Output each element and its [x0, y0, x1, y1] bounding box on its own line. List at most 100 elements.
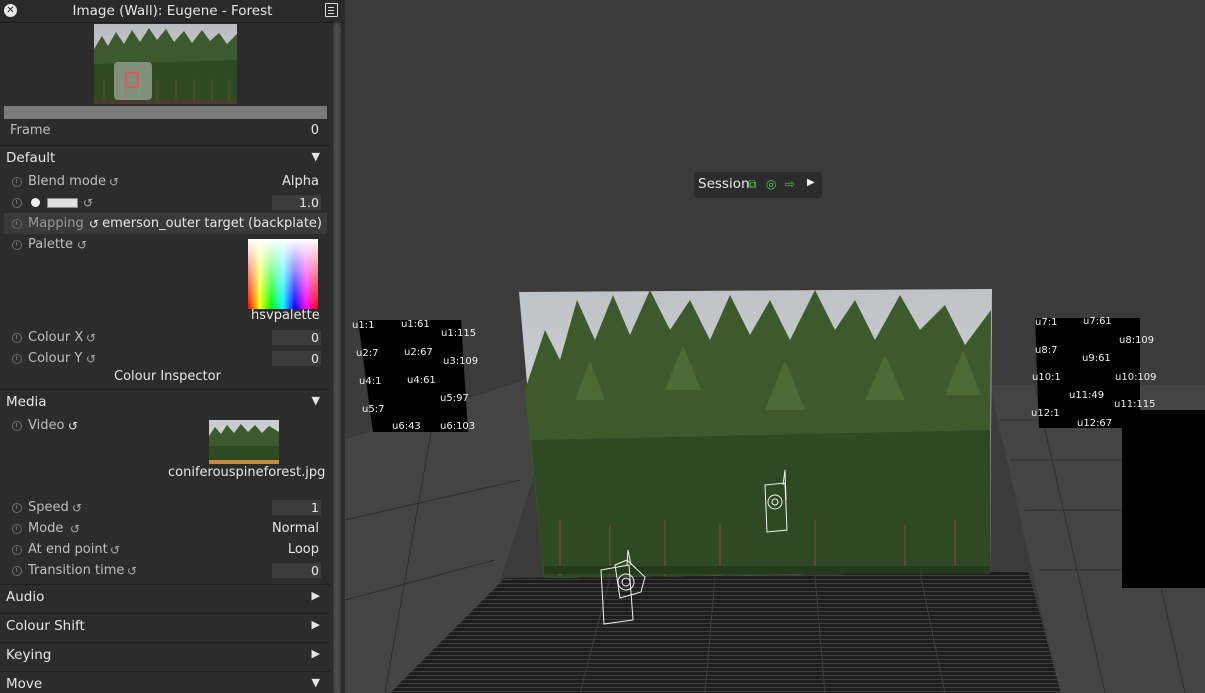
led-tile-label: u4:61 — [407, 375, 436, 386]
chevron-right-icon: ▶ — [311, 589, 320, 602]
chevron-down-icon: ▼ — [311, 150, 320, 163]
keyframe-clock-icon[interactable] — [12, 524, 22, 534]
target-icon[interactable]: ◎ — [766, 177, 776, 191]
frame-row: Frame 0 — [0, 120, 330, 141]
keyframe-clock-icon[interactable] — [12, 240, 22, 250]
led-wall-image — [519, 289, 992, 578]
chevron-right-icon: ▶ — [311, 647, 320, 660]
keyframe-clock-icon[interactable] — [12, 354, 22, 364]
led-tile-label: u11:49 — [1069, 390, 1105, 401]
keyframe-clock-icon[interactable] — [12, 177, 22, 187]
section-media-label: Media — [6, 394, 47, 410]
chevron-right-icon: ▶ — [311, 618, 320, 631]
panel-scrollbar[interactable] — [333, 22, 341, 693]
transition-time-value[interactable]: 0 — [272, 563, 321, 578]
keyframe-clock-icon[interactable] — [12, 219, 22, 229]
video-label: Video — [28, 418, 65, 433]
reset-icon[interactable]: ↺ — [77, 238, 87, 252]
section-audio[interactable]: Audio ▶ — [0, 584, 330, 613]
keyframe-clock-icon[interactable] — [12, 566, 22, 576]
keyframe-clock-icon[interactable] — [12, 333, 22, 343]
led-tile-label: u10:109 — [1115, 372, 1157, 383]
led-tile-label: u2:67 — [404, 347, 433, 358]
reset-icon[interactable]: ↺ — [68, 419, 78, 433]
section-colour-shift-label: Colour Shift — [6, 618, 85, 634]
colour-x-label: Colour X — [28, 330, 84, 345]
section-move-label: Move — [6, 676, 43, 692]
led-tile-label: u9:61 — [1082, 353, 1111, 364]
stage-viewport[interactable]: u1:1 u1:61 u1:115 u2:7 u2:67 u3:109 u4:1… — [345, 0, 1205, 693]
led-tile-label: u7:61 — [1083, 316, 1112, 327]
keyframe-clock-icon[interactable] — [12, 421, 22, 431]
mode-label: Mode — [28, 521, 64, 536]
mapping-value[interactable]: emerson_outer target (backplate) — [102, 216, 322, 231]
colour-x-value[interactable]: 0 — [272, 330, 321, 345]
speed-value[interactable]: 1 — [272, 500, 321, 515]
transition-time-label: Transition time — [28, 563, 125, 578]
video-row: Video ↺ — [0, 415, 330, 436]
bulb-icon — [31, 198, 40, 207]
mode-value[interactable]: Normal — [272, 521, 319, 536]
reset-icon[interactable]: ↺ — [127, 564, 137, 578]
opacity-value[interactable]: 1.0 — [272, 195, 321, 210]
reset-icon[interactable]: ↺ — [89, 217, 99, 231]
section-media[interactable]: Media ▼ — [0, 389, 330, 414]
colour-y-label: Colour Y — [28, 351, 83, 366]
opacity-slider[interactable] — [47, 198, 78, 208]
network-icon[interactable]: ⧉ — [748, 177, 757, 192]
mapping-row: Mapping ↺ emerson_outer target (backplat… — [4, 213, 327, 234]
reset-icon[interactable]: ↺ — [86, 352, 96, 366]
section-move[interactable]: Move ▼ — [0, 671, 330, 693]
led-tile-label: u4:1 — [359, 376, 382, 387]
section-keying[interactable]: Keying ▶ — [0, 642, 330, 671]
mapping-label: Mapping — [28, 216, 84, 231]
led-tile-label: u8:109 — [1119, 335, 1155, 346]
colour-y-row: Colour Y ↺ 0 — [0, 348, 330, 369]
media-thumbnail[interactable] — [209, 420, 279, 464]
keyframe-clock-icon[interactable] — [12, 545, 22, 555]
reset-icon[interactable]: ↺ — [70, 522, 80, 536]
led-tile-label: u1:115 — [441, 328, 477, 339]
led-tile-label: u6:43 — [392, 421, 421, 432]
reset-icon[interactable]: ↺ — [83, 196, 93, 210]
keyframe-clock-icon[interactable] — [12, 198, 22, 208]
led-tile-label: u10:1 — [1032, 372, 1061, 383]
keyframe-clock-icon[interactable] — [12, 503, 22, 513]
chevron-down-icon: ▼ — [311, 676, 320, 689]
frame-label: Frame — [10, 123, 51, 138]
at-end-point-value[interactable]: Loop — [288, 542, 319, 557]
reset-icon[interactable]: ↺ — [109, 175, 119, 189]
reset-icon[interactable]: ↺ — [72, 501, 82, 515]
led-tile-label: u11:115 — [1114, 399, 1156, 410]
frame-progress-bar[interactable] — [4, 106, 327, 119]
at-end-point-row: At end point ↺ Loop — [0, 539, 330, 560]
blend-mode-label: Blend mode — [28, 174, 107, 189]
inspector-content: Frame 0 Default ▼ Blend mode ↺ Alpha ↺ 1… — [0, 22, 330, 693]
at-end-point-label: At end point — [28, 542, 108, 557]
scrollbar-thumb[interactable] — [334, 24, 340, 693]
led-tile-label: u1:61 — [401, 319, 430, 330]
section-colour-shift[interactable]: Colour Shift ▶ — [0, 613, 330, 642]
frame-value[interactable]: 0 — [311, 123, 319, 138]
inspector-panel: ✕ Image (Wall): Eugene - Forest Frame 0 … — [0, 0, 345, 693]
reset-icon[interactable]: ↺ — [86, 331, 96, 345]
play-icon[interactable]: ▶ — [807, 177, 815, 188]
reset-icon[interactable]: ↺ — [110, 543, 120, 557]
exit-session-icon[interactable]: ⇨ — [785, 177, 795, 191]
colour-inspector-button[interactable]: Colour Inspector — [114, 369, 221, 384]
stage-scene — [345, 289, 1205, 693]
session-toolbar: Session ⧉ ◎ ⇨ ▶ — [694, 172, 822, 198]
video-filename: coniferouspineforest.jpg — [168, 465, 326, 480]
palette-swatch[interactable] — [248, 239, 318, 309]
section-default[interactable]: Default ▼ — [0, 145, 330, 170]
chevron-down-icon: ▼ — [311, 394, 320, 407]
transition-time-row: Transition time ↺ 0 — [0, 560, 330, 581]
led-tile-label: u7:1 — [1035, 317, 1058, 328]
led-tile-label: u6:103 — [440, 421, 476, 432]
palette-name: hsvpalette — [251, 308, 320, 323]
led-tile-label: u12:1 — [1031, 408, 1060, 419]
blend-mode-value[interactable]: Alpha — [282, 174, 319, 189]
panel-menu-icon[interactable] — [325, 3, 338, 17]
layer-type-icon — [114, 62, 152, 100]
colour-y-value[interactable]: 0 — [272, 351, 321, 366]
